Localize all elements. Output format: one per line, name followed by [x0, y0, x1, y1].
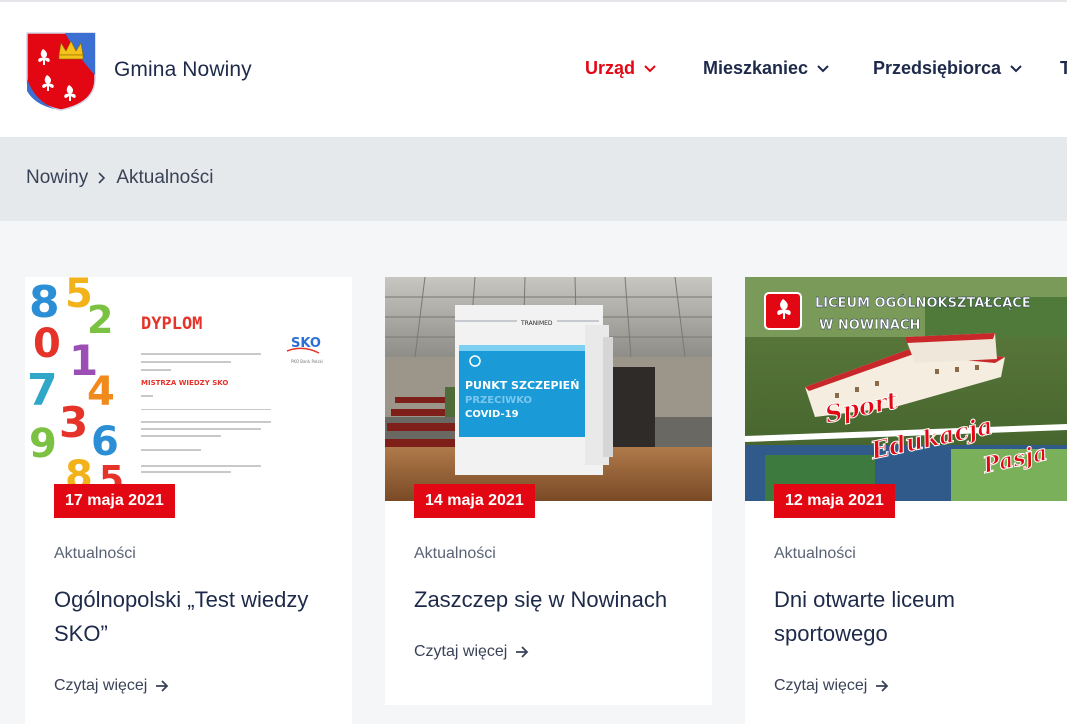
news-category[interactable]: Aktualności: [414, 545, 496, 563]
sign-line-1: PUNKT SZCZEPIEŃ: [465, 379, 579, 392]
read-more-label: Czytaj więcej: [54, 677, 148, 694]
site-title[interactable]: Gmina Nowiny: [114, 58, 252, 82]
nav-item-mieszkaniec[interactable]: Mieszkaniec: [703, 58, 829, 79]
breadcrumb: Nowiny Aktualności: [26, 167, 213, 189]
news-title[interactable]: Ogólnopolski „Test wiedzy SKO”: [54, 583, 334, 651]
svg-text:4: 4: [87, 369, 115, 415]
nav-label: T: [1060, 58, 1067, 78]
read-more-label: Czytaj więcej: [414, 643, 508, 660]
read-more-label: Czytaj więcej: [774, 677, 868, 694]
sko-logo-sub: PKO Bank Polski: [291, 359, 323, 364]
news-category[interactable]: Aktualności: [54, 545, 136, 563]
chevron-down-icon: [1010, 64, 1022, 72]
news-card[interactable]: PUNKT SZCZEPIEŃ PRZECIWKO COVID-19 TRANI…: [385, 277, 712, 705]
news-thumbnail-vaccination[interactable]: PUNKT SZCZEPIEŃ PRZECIWKO COVID-19 TRANI…: [385, 277, 712, 501]
news-title[interactable]: Dni otwarte liceum sportowego: [774, 583, 1054, 651]
nav-label: Urząd: [585, 58, 636, 78]
sign-line-2: PRZECIWKO: [465, 395, 532, 406]
news-title[interactable]: Zaszczep się w Nowinach: [414, 583, 694, 617]
sign-line-3: COVID-19: [465, 409, 519, 420]
arrow-right-icon: [876, 680, 889, 692]
arrow-right-icon: [516, 646, 529, 658]
svg-text:9: 9: [29, 421, 57, 467]
news-date-badge: 17 maja 2021: [54, 484, 175, 518]
nav-item-przedsiebiorca[interactable]: Przedsiębiorca: [873, 58, 1022, 79]
booth-brand: TRANIMED: [520, 320, 553, 327]
svg-text:7: 7: [27, 365, 58, 416]
breadcrumb-home-link[interactable]: Nowiny: [26, 167, 88, 189]
site-header: Gmina Nowiny Urząd Mieszkaniec Przedsięb…: [0, 2, 1067, 137]
news-thumbnail-diploma[interactable]: 8 5 2 0 1 4 7 3 6 9 8 5 DYPLOM SKO PKO B…: [25, 277, 352, 501]
nav-label: Przedsiębiorca: [873, 58, 1002, 78]
overlay-line-1: LICEUM OGÓLNOKSZTAŁCĄCE: [815, 295, 1031, 311]
news-date-badge: 12 maja 2021: [774, 484, 895, 518]
read-more-link[interactable]: Czytaj więcej: [414, 643, 529, 661]
nav-item-urzad[interactable]: Urząd: [585, 58, 656, 79]
read-more-link[interactable]: Czytaj więcej: [774, 677, 889, 695]
chevron-down-icon: [644, 64, 656, 72]
news-date-badge: 14 maja 2021: [414, 484, 535, 518]
news-card[interactable]: LICEUM OGÓLNOKSZTAŁCĄCE W NOWINACH Sport…: [745, 277, 1067, 724]
svg-text:0: 0: [33, 321, 61, 367]
chevron-right-icon: [98, 172, 106, 184]
news-category[interactable]: Aktualności: [774, 545, 856, 563]
crest-icon[interactable]: [25, 31, 97, 111]
read-more-link[interactable]: Czytaj więcej: [54, 677, 169, 695]
chevron-down-icon: [817, 64, 829, 72]
nav-label: Mieszkaniec: [703, 58, 809, 78]
svg-text:3: 3: [59, 398, 88, 447]
overlay-line-2: W NOWINACH: [819, 318, 920, 333]
arrow-right-icon: [156, 680, 169, 692]
nav-item-truncated[interactable]: T: [1060, 58, 1067, 79]
news-card[interactable]: 8 5 2 0 1 4 7 3 6 9 8 5 DYPLOM SKO PKO B…: [25, 277, 352, 724]
diploma-award: MISTRZA WIEDZY SKO: [141, 379, 228, 387]
news-thumbnail-school[interactable]: LICEUM OGÓLNOKSZTAŁCĄCE W NOWINACH Sport…: [745, 277, 1067, 501]
breadcrumb-current: Aktualności: [116, 167, 214, 188]
diploma-heading: DYPLOM: [141, 314, 202, 334]
